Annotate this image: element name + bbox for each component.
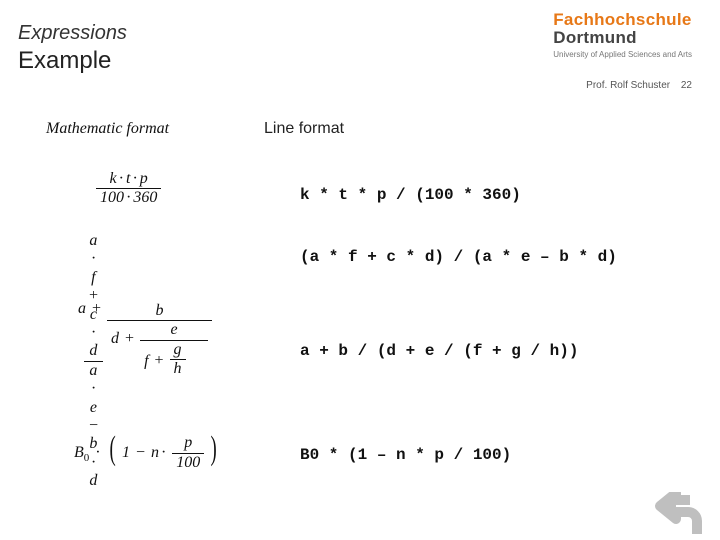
line-format-4: B0 * (1 – n * p / 100)	[300, 446, 511, 464]
line-format-3: a + b / (d + e / (f + g / h))	[300, 342, 578, 360]
supertitle: Expressions	[18, 22, 127, 45]
m4-minus: −	[134, 444, 147, 461]
m4-p: p	[172, 434, 204, 453]
page-number: 22	[681, 80, 692, 91]
m1-k: k	[110, 170, 117, 187]
brand-tagline: University of Applied Sciences and Arts	[553, 50, 692, 59]
math-format-1: k·t·p 100·360	[96, 170, 161, 208]
m3-e: e	[140, 321, 208, 340]
m3-a: a	[78, 300, 86, 317]
m4-sub0: 0	[84, 452, 90, 464]
m1-p: p	[140, 170, 148, 187]
column-header-line: Line format	[264, 120, 344, 138]
column-header-math: Mathematic format	[46, 120, 169, 138]
math-format-4: B0 · ( 1 − n· p 100 )	[74, 428, 220, 472]
brand-line1: Fachhochschule	[553, 10, 692, 30]
m4-B: B	[74, 444, 84, 461]
m3-plus-3: +	[153, 352, 166, 369]
m3-h: h	[170, 360, 186, 378]
line-format-1: k * t * p / (100 * 360)	[300, 186, 521, 204]
m3-plus-2: +	[123, 330, 136, 347]
m3-plus-1: +	[90, 300, 103, 317]
m4-one: 1	[122, 444, 130, 461]
m3-b: b	[107, 302, 212, 321]
brand-block: Fachhochschule Dortmund University of Ap…	[553, 10, 692, 59]
m1-100: 100	[100, 189, 124, 206]
author: Prof. Rolf Schuster	[586, 80, 670, 91]
math-format-3: a + b d + e f + g h	[78, 300, 212, 378]
undo-arrow-icon[interactable]	[654, 492, 706, 534]
footer: Prof. Rolf Schuster 22	[586, 80, 692, 91]
slide-heading: Expressions Example	[18, 22, 127, 75]
brand-line2: Dortmund	[553, 28, 692, 48]
m4-100: 100	[172, 454, 204, 472]
title: Example	[18, 47, 127, 75]
m3-f: f	[144, 352, 148, 369]
line-format-2: (a * f + c * d) / (a * e – b * d)	[300, 248, 617, 266]
m3-g: g	[170, 341, 186, 360]
m3-d: d	[111, 330, 119, 347]
m4-n: n	[151, 444, 159, 461]
m1-360: 360	[133, 189, 157, 206]
